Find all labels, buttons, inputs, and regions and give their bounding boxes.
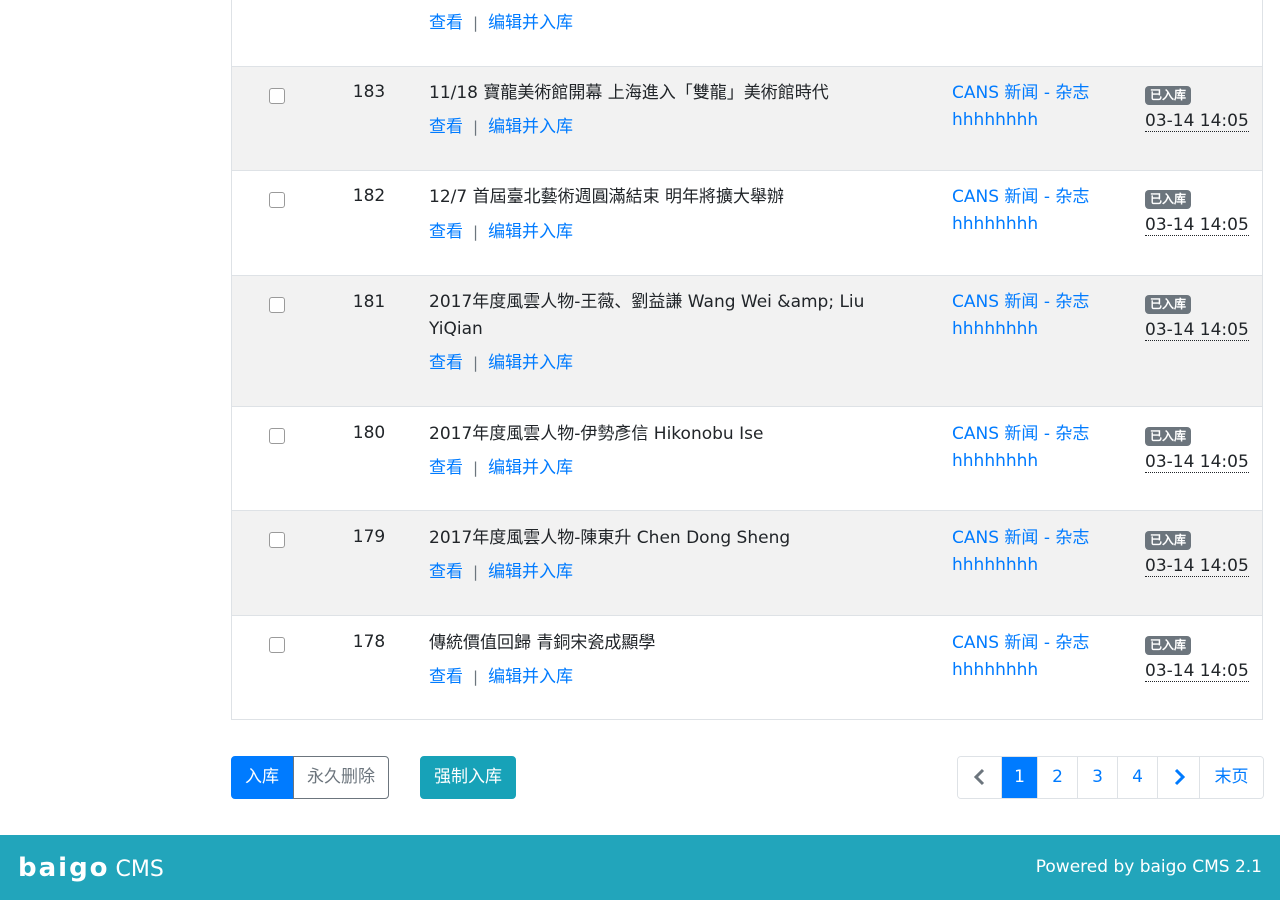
pagination: 1 2 3 4 末页 xyxy=(957,756,1264,799)
row-user[interactable]: hhhhhhhh xyxy=(952,107,1112,134)
row-user[interactable]: hhhhhhhh xyxy=(952,448,1112,475)
row-actions: 查看 | 编辑并入库 xyxy=(429,217,573,242)
row-category[interactable]: CANS 新闻 - 杂志 xyxy=(952,525,1112,552)
delete-forever-button[interactable]: 永久删除 xyxy=(293,756,389,799)
row-checkbox[interactable] xyxy=(269,297,285,313)
logo[interactable]: baigo CMS xyxy=(18,853,164,883)
action-separator: | xyxy=(473,14,479,32)
row-user[interactable]: hhhhhhhh xyxy=(952,211,1112,238)
table-row: 179 2017年度風雲人物-陳東升 Chen Dong Sheng 查看 | 编辑… xyxy=(232,510,1262,615)
row-title: 2017年度風雲人物-伊勢彥信 Hikonobu Ise xyxy=(429,424,764,444)
action-separator: | xyxy=(473,563,479,581)
row-id: 181 xyxy=(352,292,386,312)
view-link[interactable]: 查看 xyxy=(429,13,463,33)
edit-store-link[interactable]: 编辑并入库 xyxy=(488,13,573,33)
table-row: 查看 | 编辑并入库 xyxy=(232,0,1262,66)
view-link[interactable]: 查看 xyxy=(429,222,463,242)
row-category[interactable]: CANS 新闻 - 杂志 xyxy=(952,289,1112,316)
bulk-action-group: 入库 永久删除 xyxy=(231,756,389,799)
footer: baigo CMS Powered by baigo CMS 2.1 xyxy=(0,835,1280,900)
status-badge: 已入库 xyxy=(1145,427,1192,446)
edit-store-link[interactable]: 编辑并入库 xyxy=(488,667,573,687)
action-separator: | xyxy=(473,223,479,241)
next-page-button[interactable] xyxy=(1157,757,1199,798)
edit-store-link[interactable]: 编辑并入库 xyxy=(488,222,573,242)
prev-page-button[interactable] xyxy=(958,757,1001,798)
row-title: 2017年度風雲人物-王薇、劉益謙 Wang Wei &amp; Liu YiQ… xyxy=(429,292,865,339)
view-link[interactable]: 查看 xyxy=(429,458,463,478)
row-checkbox[interactable] xyxy=(269,428,285,444)
row-user[interactable]: hhhhhhhh xyxy=(952,552,1112,579)
table-row: 183 11/18 寶龍美術館開幕 上海進入「雙龍」美術館時代 查看 | 编辑并入库… xyxy=(232,66,1262,170)
article-table: 查看 | 编辑并入库 183 11/18 寶龍美術館開幕 上海進入「雙龍」美術館時代… xyxy=(231,0,1263,720)
table-row: 181 2017年度風雲人物-王薇、劉益謙 Wang Wei &amp; Liu… xyxy=(232,275,1262,406)
row-actions: 查看 | 编辑并入库 xyxy=(429,112,573,137)
row-actions: 查看 | 编辑并入库 xyxy=(429,662,573,687)
chevron-right-icon xyxy=(1174,768,1185,786)
page-3[interactable]: 3 xyxy=(1077,757,1117,798)
action-separator: | xyxy=(473,668,479,686)
view-link[interactable]: 查看 xyxy=(429,117,463,137)
row-actions: 查看 | 编辑并入库 xyxy=(429,557,573,582)
row-time: 03-14 14:05 xyxy=(1145,320,1249,341)
table-row: 178 傳統價值回歸 青銅宋瓷成顯學 查看 | 编辑并入库 CANS 新闻 - 杂志… xyxy=(232,615,1262,719)
row-time: 03-14 14:05 xyxy=(1145,661,1249,682)
action-separator: | xyxy=(473,459,479,477)
row-checkbox[interactable] xyxy=(269,88,285,104)
row-user[interactable]: hhhhhhhh xyxy=(952,657,1112,684)
action-separator: | xyxy=(473,118,479,136)
table-row: 180 2017年度風雲人物-伊勢彥信 Hikonobu Ise 查看 | 编辑并入… xyxy=(232,406,1262,510)
view-link[interactable]: 查看 xyxy=(429,667,463,687)
row-actions: 查看 | 编辑并入库 xyxy=(429,348,573,373)
table-row: 182 12/7 首屆臺北藝術週圓滿結束 明年將擴大舉辦 查看 | 编辑并入库 CA… xyxy=(232,170,1262,275)
row-actions: 查看 | 编辑并入库 xyxy=(429,453,573,478)
row-time: 03-14 14:05 xyxy=(1145,452,1249,473)
row-title: 12/7 首屆臺北藝術週圓滿結束 明年將擴大舉辦 xyxy=(429,187,784,207)
view-link[interactable]: 查看 xyxy=(429,353,463,373)
row-category[interactable]: CANS 新闻 - 杂志 xyxy=(952,184,1112,211)
store-button[interactable]: 入库 xyxy=(231,756,293,799)
status-badge: 已入库 xyxy=(1145,295,1192,314)
row-title: 2017年度風雲人物-陳東升 Chen Dong Sheng xyxy=(429,528,791,548)
page-4[interactable]: 4 xyxy=(1117,757,1157,798)
row-checkbox[interactable] xyxy=(269,532,285,548)
row-category[interactable]: CANS 新闻 - 杂志 xyxy=(952,80,1112,107)
row-user[interactable]: hhhhhhhh xyxy=(952,316,1112,343)
logo-text: baigo xyxy=(18,853,110,883)
row-checkbox[interactable] xyxy=(269,637,285,653)
row-actions: 查看 | 编辑并入库 xyxy=(429,8,573,33)
status-badge: 已入库 xyxy=(1145,86,1192,105)
row-title: 11/18 寶龍美術館開幕 上海進入「雙龍」美術館時代 xyxy=(429,83,829,103)
action-separator: | xyxy=(473,354,479,372)
edit-store-link[interactable]: 编辑并入库 xyxy=(488,353,573,373)
edit-store-link[interactable]: 编辑并入库 xyxy=(488,458,573,478)
status-badge: 已入库 xyxy=(1145,531,1192,550)
chevron-left-icon xyxy=(973,768,984,786)
row-category[interactable]: CANS 新闻 - 杂志 xyxy=(952,630,1112,657)
row-category[interactable]: CANS 新闻 - 杂志 xyxy=(952,421,1112,448)
row-id: 183 xyxy=(352,82,386,102)
logo-suffix: CMS xyxy=(115,857,164,882)
row-id: 179 xyxy=(352,527,386,547)
view-link[interactable]: 查看 xyxy=(429,562,463,582)
page-1[interactable]: 1 xyxy=(1001,757,1037,798)
row-time: 03-14 14:05 xyxy=(1145,111,1249,132)
edit-store-link[interactable]: 编辑并入库 xyxy=(488,117,573,137)
page-2[interactable]: 2 xyxy=(1037,757,1077,798)
row-title: 傳統價值回歸 青銅宋瓷成顯學 xyxy=(429,633,656,653)
edit-store-link[interactable]: 编辑并入库 xyxy=(488,562,573,582)
row-time: 03-14 14:05 xyxy=(1145,215,1249,236)
force-store-button[interactable]: 强制入库 xyxy=(420,756,516,799)
row-time: 03-14 14:05 xyxy=(1145,556,1249,577)
last-page-button[interactable]: 末页 xyxy=(1199,757,1263,798)
powered-by: Powered by baigo CMS 2.1 xyxy=(1035,857,1262,877)
row-id: 182 xyxy=(352,186,386,206)
row-id: 180 xyxy=(352,423,386,443)
row-id: 178 xyxy=(352,632,386,652)
row-checkbox[interactable] xyxy=(269,192,285,208)
status-badge: 已入库 xyxy=(1145,636,1192,655)
status-badge: 已入库 xyxy=(1145,190,1192,209)
